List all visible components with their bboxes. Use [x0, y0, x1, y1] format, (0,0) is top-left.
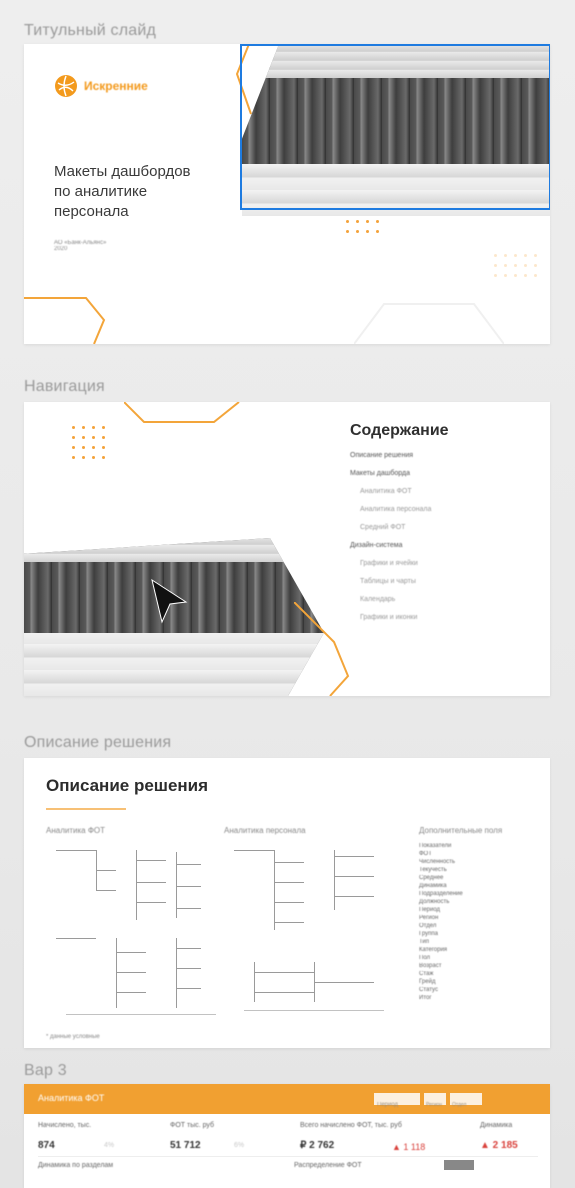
list-item: ФОТ: [419, 851, 432, 857]
toc-item[interactable]: Календарь: [360, 596, 395, 603]
headline-line-1: Макеты дашбордов: [54, 163, 191, 180]
heading-underline: [46, 808, 126, 810]
dot-pattern-light: [494, 254, 537, 277]
toc-item[interactable]: Аналитика персонала: [360, 506, 431, 513]
section-label-title: Титульный слайд: [24, 22, 157, 39]
kpi-label: Всего начислено ФОТ, тыс. руб: [300, 1122, 402, 1129]
filter-select[interactable]: Регион: [424, 1093, 446, 1108]
toc-item[interactable]: Графики и ячейки: [360, 560, 418, 567]
section-label-navigation: Навигация: [24, 378, 105, 395]
divider: [38, 1156, 538, 1157]
column-title-2: Аналитика персонала: [224, 826, 306, 835]
kpi-value: ▲ 2 185: [480, 1140, 518, 1151]
toc-item[interactable]: Дизайн-система: [350, 542, 403, 549]
list-item: Пол: [419, 955, 431, 961]
headline-line-2: по аналитике: [54, 183, 148, 200]
cursor-arrow-icon: [151, 578, 188, 624]
list-item: Стаж: [419, 971, 434, 977]
list-item: Статус: [419, 987, 438, 993]
kpi-label: ФОТ тыс. руб: [170, 1122, 215, 1129]
list-item: Подразделение: [419, 891, 463, 897]
list-item: Динамика: [419, 883, 447, 889]
kpi-label: Динамика: [480, 1122, 513, 1129]
toc-item[interactable]: Описание решения: [350, 452, 413, 459]
list-item: Группа: [419, 931, 439, 937]
slide-title[interactable]: Искренние Макеты дашбордов по аналитике …: [24, 44, 550, 344]
hex-decoration-bottom: [24, 297, 106, 344]
slide-navigation[interactable]: Содержание Описание решения Макеты дашбо…: [24, 402, 550, 696]
toc-item[interactable]: Таблицы и чарты: [360, 578, 416, 585]
filter-select[interactable]: Отдел: [450, 1093, 482, 1108]
headline-line-3: персонала: [54, 203, 129, 220]
slide-description[interactable]: Описание решения Аналитика ФОТ Аналитика…: [24, 758, 550, 1048]
footer-note: * данные условные: [46, 1034, 100, 1040]
toc-heading: Содержание: [350, 422, 449, 439]
subhead: Динамика по разделам: [38, 1162, 114, 1169]
chart-stub: [444, 1160, 474, 1170]
hex-outline-orange: [294, 602, 350, 696]
list-item: Грейд: [419, 979, 436, 985]
hex-decoration-top: [124, 402, 240, 423]
list-item: Отдел: [419, 923, 437, 929]
logo: Искренние: [54, 74, 148, 98]
toc-list: Описание решения Макеты дашборда Аналити…: [350, 452, 540, 652]
toc-item[interactable]: Аналитика ФОТ: [360, 488, 412, 495]
slide-headline: Макеты дашбордов по аналитике персонала: [54, 162, 191, 222]
filter-select[interactable]: Период: [374, 1093, 420, 1108]
dot-pattern: [346, 220, 379, 233]
right-list: Показатели ФОТ Численность Текучесть Сре…: [419, 842, 529, 1002]
kpi-value: 874: [38, 1140, 55, 1151]
kpi-label: Начислено, тыс.: [38, 1122, 92, 1129]
dashboard-title: Аналитика ФОТ: [38, 1093, 105, 1103]
list-item: Период: [419, 907, 441, 913]
slide-meta: АО «Банк-Альянс» 2020: [54, 240, 106, 252]
subhead: Распределение ФОТ: [294, 1162, 362, 1169]
tree-diagram-1: [46, 842, 216, 1022]
kpi-delta: 4%: [104, 1142, 115, 1149]
section-label-dashboard: Вар 3: [24, 1062, 67, 1079]
logo-icon: [55, 75, 77, 97]
hex-decoration-faint: [354, 303, 504, 344]
selection-outline[interactable]: [240, 44, 550, 210]
list-item: Текучесть: [419, 867, 447, 873]
kpi-delta: ▲ 1 118: [392, 1142, 426, 1152]
list-item: Регион: [419, 915, 439, 921]
list-item: Тип: [419, 939, 430, 945]
kpi-value: ₽ 2 762: [300, 1140, 335, 1151]
list-item: Возраст: [419, 963, 442, 969]
slide-heading: Описание решения: [46, 776, 209, 795]
kpi-delta: 6%: [234, 1142, 245, 1149]
list-item: Категория: [419, 947, 448, 953]
section-label-description: Описание решения: [24, 734, 172, 751]
toc-item[interactable]: Средний ФОТ: [360, 524, 405, 531]
logo-text: Искренние: [84, 79, 148, 93]
kpi-value: 51 712: [170, 1140, 201, 1151]
list-item: Показатели: [419, 843, 452, 849]
dashboard-header: Аналитика ФОТ Период Регион Отдел: [24, 1084, 550, 1114]
list-item: Среднее: [419, 875, 444, 881]
list-item: Должность: [419, 899, 450, 905]
tree-diagram-2: [224, 842, 394, 1022]
column-title-3: Дополнительные поля: [419, 826, 503, 835]
column-title-1: Аналитика ФОТ: [46, 826, 106, 835]
dot-pattern: [72, 426, 105, 459]
list-item: Численность: [419, 859, 456, 865]
slide-dashboard[interactable]: Аналитика ФОТ Период Регион Отдел Начисл…: [24, 1084, 550, 1188]
toc-item[interactable]: Макеты дашборда: [350, 470, 410, 477]
list-item: Итог: [419, 995, 432, 1001]
meta-line-2: 2020: [54, 246, 68, 252]
toc-item[interactable]: Графики и иконки: [360, 614, 417, 621]
